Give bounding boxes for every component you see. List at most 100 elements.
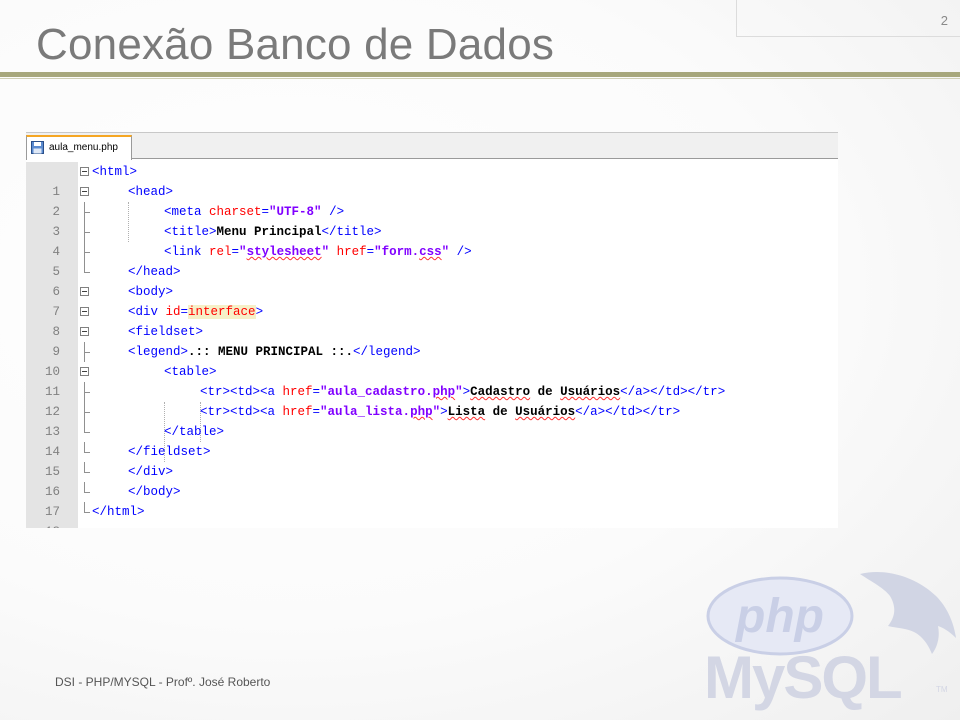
code-line: 4 <title>Menu Principal</title> [26, 222, 838, 259]
file-tab-label: aula_menu.php [49, 142, 118, 153]
code-line: 8 <div id=interface> [26, 302, 838, 339]
code-token: de [485, 405, 516, 419]
code-line: 15 </fieldset> [26, 442, 838, 479]
fold-toggle[interactable] [80, 182, 90, 202]
line-number: 18 [26, 522, 60, 528]
logo-mysql-text: MySQL [704, 644, 901, 711]
dolphin-icon [860, 572, 956, 654]
code-token: " [321, 245, 337, 259]
slide-footer: DSI - PHP/MYSQL - Profº. José Roberto [55, 675, 271, 689]
code-line: 14 </table> [26, 422, 838, 459]
code-token: "form. [374, 245, 420, 259]
code-token: <body> [128, 285, 174, 299]
logo-php-text: php [734, 590, 824, 643]
logo-trademark: TM [936, 685, 948, 694]
code-token: > [255, 305, 264, 319]
code-token: </table> [164, 425, 225, 439]
code-token: href [282, 405, 313, 419]
code-token: de [530, 385, 561, 399]
code-token: Menu Principal [216, 225, 322, 239]
code-token: rel [209, 245, 232, 259]
code-line: 3 <meta charset="UTF-8" /> [26, 202, 838, 239]
code-token: </a></td></tr> [575, 405, 681, 419]
code-token: <tr><td><a [200, 385, 283, 399]
fold-toggle[interactable] [80, 362, 90, 382]
php-mysql-logo: php MySQL TM [704, 572, 956, 711]
code-line: 13 <tr><td><a href="aula_lista.php">List… [26, 402, 838, 439]
code-line: 1 <html> [26, 162, 838, 199]
code-token: php [432, 385, 456, 399]
code-token: /> [321, 205, 345, 219]
code-line: 12 <tr><td><a href="aula_cadastro.php">C… [26, 382, 838, 419]
file-tab[interactable]: aula_menu.php [26, 135, 132, 160]
code-token: stylesheet [246, 245, 322, 259]
code-line: 10 <legend>.:: MENU PRINCIPAL ::.</legen… [26, 342, 838, 379]
code-token: <tr><td><a [200, 405, 283, 419]
code-token: Usuários [560, 385, 621, 399]
code-token: php [410, 405, 433, 419]
code-area: 1 <html> 2 <head> 3 <meta charset="UTF-8… [26, 162, 838, 528]
corner-frame [736, 0, 960, 37]
code-line: 6 </head> [26, 262, 838, 299]
code-token: </fieldset> [128, 445, 211, 459]
code-token: charset [209, 205, 262, 219]
code-token: .:: MENU PRINCIPAL ::. [188, 345, 354, 359]
code-token: Lista [447, 405, 486, 419]
code-token: </body> [128, 485, 181, 499]
code-token: " [455, 385, 463, 399]
title-divider [0, 72, 960, 77]
code-token: interface [188, 305, 256, 319]
code-token: css [419, 245, 442, 259]
code-editor-screenshot: aula_menu.php 1 <html> 2 <head> 3 <meta … [26, 132, 838, 528]
code-token: <title> [164, 225, 217, 239]
code-line: 17 </body> [26, 482, 838, 519]
code-token: "aula_cadastro. [320, 385, 433, 399]
code-line: 7 <body> [26, 282, 838, 319]
code-token: <head> [128, 185, 174, 199]
code-token: </a></td></tr> [620, 385, 726, 399]
code-token: "aula_lista. [320, 405, 411, 419]
code-line: 2 <head> [26, 182, 838, 219]
fold-toggle[interactable] [80, 302, 90, 322]
code-token: href [282, 385, 313, 399]
code-token: " [432, 405, 441, 419]
fold-toggle[interactable] [80, 322, 90, 342]
code-token: > [440, 405, 448, 419]
code-token: href [336, 245, 367, 259]
code-token: <legend> [128, 345, 189, 359]
code-line: 16 </div> [26, 462, 838, 499]
code-token: </head> [128, 265, 181, 279]
slide-number: 2 [940, 13, 948, 28]
fold-toggle[interactable] [80, 162, 90, 182]
code-token: </div> [128, 465, 174, 479]
code-token: = [366, 245, 375, 259]
code-token: = [261, 205, 270, 219]
code-token: > [462, 385, 471, 399]
code-token: <table> [164, 365, 217, 379]
code-token: " [239, 245, 247, 259]
code-token: <meta [164, 205, 210, 219]
code-token: Usuários [515, 405, 576, 419]
code-token: "UTF-8" [269, 205, 322, 219]
code-token: <html> [92, 165, 138, 179]
code-line: 11 <table> [26, 362, 838, 399]
title-divider-thin [0, 78, 960, 79]
fold-toggle[interactable] [80, 282, 90, 302]
code-token: = [312, 385, 321, 399]
save-disk-icon [31, 141, 44, 154]
code-token: <link [164, 245, 210, 259]
code-line: 5 <link rel="stylesheet" href="form.css"… [26, 242, 838, 279]
slide-title: Conexão Banco de Dados [36, 20, 555, 69]
code-token: /> [449, 245, 472, 259]
editor-tab-strip: aula_menu.php [26, 132, 838, 160]
code-token: </html> [92, 505, 145, 519]
code-line: 9 <fieldset> [26, 322, 838, 359]
code-token: <fieldset> [128, 325, 204, 339]
code-token: = [231, 245, 240, 259]
code-token: Cadastro [470, 385, 531, 399]
code-token: = [312, 405, 321, 419]
code-token: </title> [321, 225, 382, 239]
code-token: = [180, 305, 189, 319]
code-token: <div [128, 305, 166, 319]
code-token: </legend> [353, 345, 421, 359]
